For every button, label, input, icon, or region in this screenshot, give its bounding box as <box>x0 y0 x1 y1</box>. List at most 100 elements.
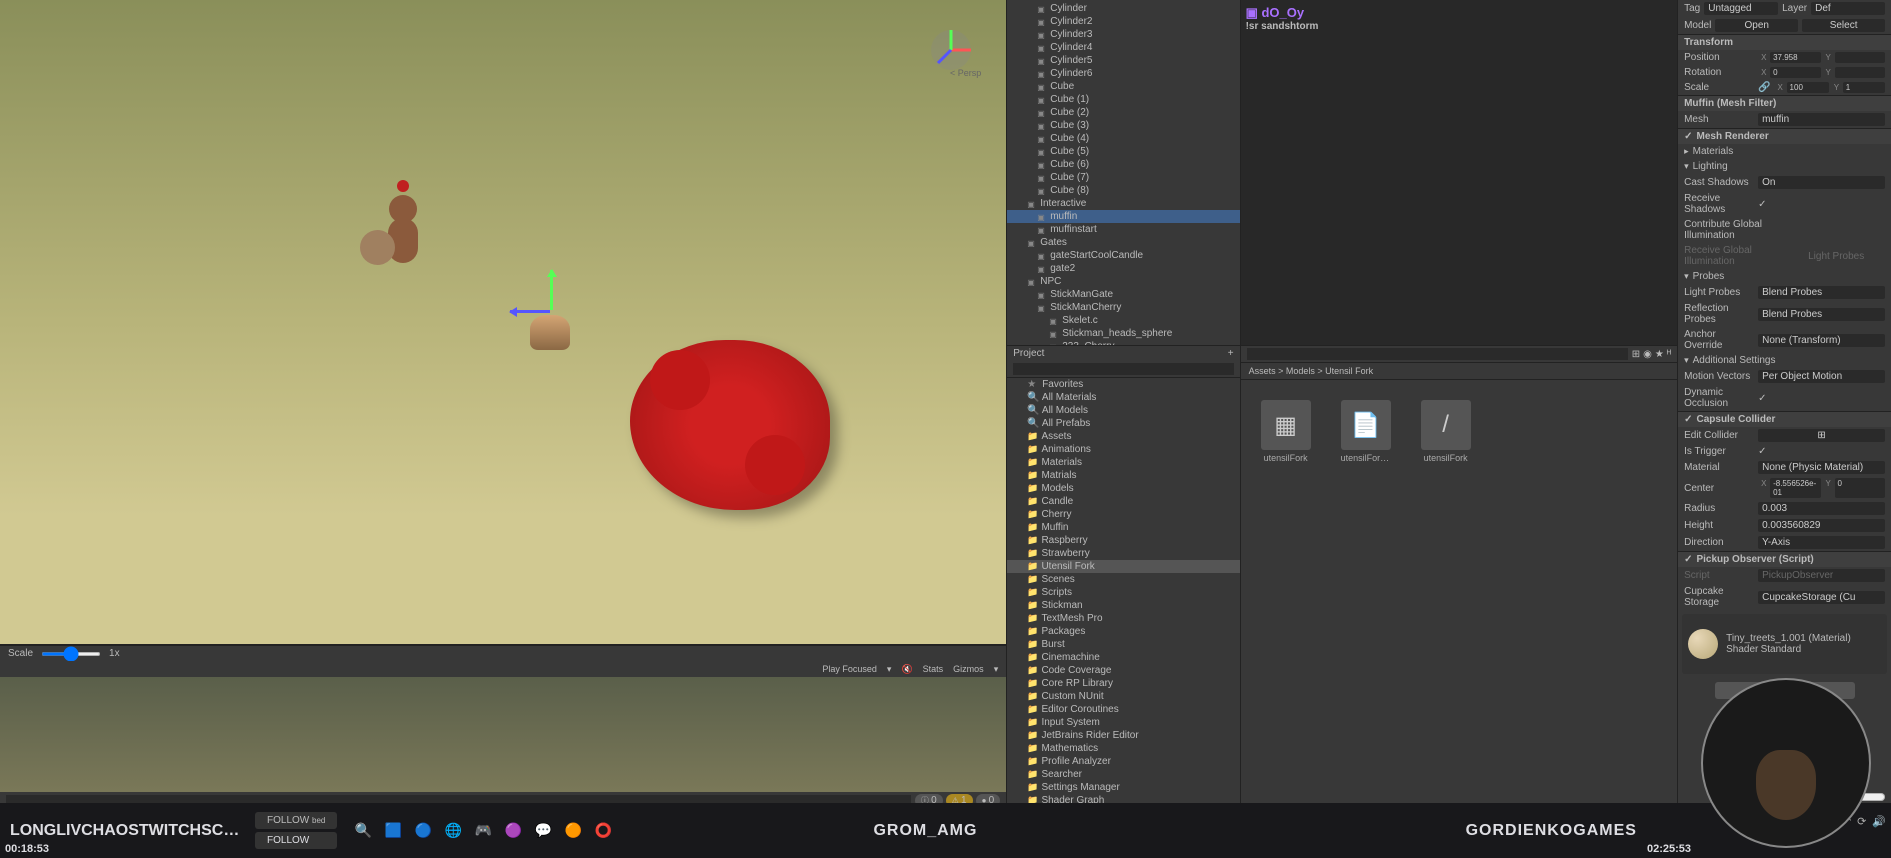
radius-field[interactable]: 0.003 <box>1758 502 1885 515</box>
hierarchy-item[interactable]: Gates <box>1007 236 1239 249</box>
filter-icon[interactable]: ⊞ <box>1632 349 1640 360</box>
transform-gizmo[interactable] <box>520 270 600 350</box>
folder-item[interactable]: TextMesh Pro <box>1007 612 1239 625</box>
hierarchy-item[interactable]: Cylinder5 <box>1007 54 1239 67</box>
scene-view[interactable]: < Persp <box>0 0 1006 645</box>
light-probes-dropdown[interactable]: Blend Probes <box>1758 286 1885 299</box>
folder-item[interactable]: Stickman <box>1007 599 1239 612</box>
taskbar-icon[interactable]: 🔍 <box>352 820 374 842</box>
scale-y-field[interactable]: 1 <box>1843 82 1885 93</box>
tray-volume-icon[interactable]: 🔊 <box>1872 815 1886 828</box>
receive-shadows-checkbox[interactable]: ✓ <box>1758 199 1766 210</box>
material-preview[interactable]: Tiny_treets_1.001 (Material)Shader Stand… <box>1682 614 1887 674</box>
star-icon[interactable]: ★ <box>1655 349 1664 360</box>
hierarchy-item[interactable]: muffin <box>1007 210 1239 223</box>
asset-browser[interactable]: ⊞◉★ᴴ Assets > Models > Utensil Fork ▦ute… <box>1241 345 1678 830</box>
probes-section[interactable]: Probes <box>1693 271 1725 282</box>
hierarchy-item[interactable]: Cube (2) <box>1007 106 1239 119</box>
height-field[interactable]: 0.003560829 <box>1758 519 1885 532</box>
hierarchy-item[interactable]: Cube (4) <box>1007 132 1239 145</box>
direction-dropdown[interactable]: Y-Axis <box>1758 536 1885 549</box>
favorites-label[interactable]: Favorites <box>1042 379 1083 390</box>
favorite-item[interactable]: 🔍 All Models <box>1007 404 1239 417</box>
center-x-field[interactable]: -8.556526e-01 <box>1770 478 1820 498</box>
scale-x-field[interactable]: 100 <box>1787 82 1829 93</box>
mesh-field[interactable]: muffin <box>1758 113 1885 126</box>
layer-dropdown[interactable]: Def <box>1811 2 1885 15</box>
eye-icon[interactable]: ◉ <box>1643 349 1652 360</box>
hierarchy-item[interactable]: Skelet.c <box>1007 314 1239 327</box>
mute-icon[interactable]: 🔇 <box>901 664 912 675</box>
cast-shadows-dropdown[interactable]: On <box>1758 176 1885 189</box>
edit-collider-button[interactable]: ⊞ <box>1758 429 1885 442</box>
hierarchy-item[interactable]: Cube (5) <box>1007 145 1239 158</box>
folder-item[interactable]: Animations <box>1007 443 1239 456</box>
assets-folder[interactable]: Assets <box>1041 431 1071 442</box>
taskbar-icon[interactable]: 🟦 <box>382 820 404 842</box>
hierarchy-item[interactable]: Cylinder <box>1007 2 1239 15</box>
hierarchy-item[interactable]: Cylinder6 <box>1007 67 1239 80</box>
select-button[interactable]: Select <box>1802 19 1885 32</box>
package-item[interactable]: Burst <box>1007 638 1239 651</box>
hierarchy-item[interactable]: Cylinder3 <box>1007 28 1239 41</box>
package-item[interactable]: Editor Coroutines <box>1007 703 1239 716</box>
lock-icon[interactable]: 🔗 <box>1758 82 1770 93</box>
favorite-item[interactable]: 🔍 All Materials <box>1007 391 1239 404</box>
package-item[interactable]: Mathematics <box>1007 742 1239 755</box>
materials-section[interactable]: Materials <box>1693 146 1734 157</box>
taskbar-icon[interactable]: 🔵 <box>412 820 434 842</box>
transform-component[interactable]: Transform <box>1684 37 1733 48</box>
follow-button-2[interactable]: FOLLOW <box>255 832 337 849</box>
scale-slider[interactable] <box>41 652 101 656</box>
folder-item[interactable]: Matrials <box>1007 469 1239 482</box>
project-search[interactable] <box>1013 363 1233 375</box>
folder-item[interactable]: Scripts <box>1007 586 1239 599</box>
package-item[interactable]: JetBrains Rider Editor <box>1007 729 1239 742</box>
breadcrumb[interactable]: Assets > Models > Utensil Fork <box>1241 363 1678 380</box>
game-view[interactable] <box>0 677 1006 792</box>
taskbar-icon[interactable]: ⭕ <box>592 820 614 842</box>
hierarchy-item[interactable]: Cube (7) <box>1007 171 1239 184</box>
motion-vectors-dropdown[interactable]: Per Object Motion <box>1758 370 1885 383</box>
folder-item[interactable]: Models <box>1007 482 1239 495</box>
package-item[interactable]: Searcher <box>1007 768 1239 781</box>
cupcake-storage-field[interactable]: CupcakeStorage (Cu <box>1758 591 1885 604</box>
package-item[interactable]: Input System <box>1007 716 1239 729</box>
folder-item[interactable]: Raspberry <box>1007 534 1239 547</box>
asset-item[interactable]: /utensilFork <box>1421 400 1471 463</box>
tag-dropdown[interactable]: Untagged <box>1704 2 1778 15</box>
hierarchy-item[interactable]: Cube <box>1007 80 1239 93</box>
hierarchy-item[interactable]: Stickman_heads_sphere <box>1007 327 1239 340</box>
package-item[interactable]: Core RP Library <box>1007 677 1239 690</box>
taskbar-icon[interactable]: 🟠 <box>562 820 584 842</box>
tray-sync-icon[interactable]: ⟳ <box>1857 815 1866 828</box>
hierarchy-item[interactable]: gateStartCoolCandle <box>1007 249 1239 262</box>
follow-button[interactable]: FOLLOW bed <box>255 812 337 829</box>
asset-item[interactable]: 📄utensilFork... <box>1341 400 1391 463</box>
hierarchy-item[interactable]: NPC <box>1007 275 1239 288</box>
position-y-field[interactable] <box>1835 52 1885 63</box>
hierarchy-item[interactable]: Cube (1) <box>1007 93 1239 106</box>
hierarchy-item[interactable]: Cylinder2 <box>1007 15 1239 28</box>
meshrenderer-component[interactable]: Mesh Renderer <box>1696 131 1768 142</box>
folder-item[interactable]: Utensil Fork <box>1007 560 1239 573</box>
add-icon[interactable]: + <box>1228 348 1234 359</box>
package-item[interactable]: Cinemachine <box>1007 651 1239 664</box>
hierarchy-item[interactable]: StickManGate <box>1007 288 1239 301</box>
folder-item[interactable]: Muffin <box>1007 521 1239 534</box>
package-item[interactable]: Profile Analyzer <box>1007 755 1239 768</box>
folder-item[interactable]: Scenes <box>1007 573 1239 586</box>
gizmos-button[interactable]: Gizmos <box>953 664 984 674</box>
pickup-observer-component[interactable]: Pickup Observer (Script) <box>1696 554 1813 565</box>
taskbar-icon[interactable]: 🎮 <box>472 820 494 842</box>
hierarchy-item[interactable]: Cube (3) <box>1007 119 1239 132</box>
hierarchy-panel[interactable]: CylinderCylinder2Cylinder3Cylinder4Cylin… <box>1007 0 1239 345</box>
favorite-item[interactable]: 🔍 All Prefabs <box>1007 417 1239 430</box>
folder-item[interactable]: Strawberry <box>1007 547 1239 560</box>
folder-item[interactable]: Materials <box>1007 456 1239 469</box>
rotation-x-field[interactable]: 0 <box>1770 67 1820 78</box>
lighting-section[interactable]: Lighting <box>1693 161 1728 172</box>
hierarchy-item[interactable]: Cube (8) <box>1007 184 1239 197</box>
play-focused-dropdown[interactable]: Play Focused <box>822 664 877 674</box>
hierarchy-item[interactable]: Cube (6) <box>1007 158 1239 171</box>
